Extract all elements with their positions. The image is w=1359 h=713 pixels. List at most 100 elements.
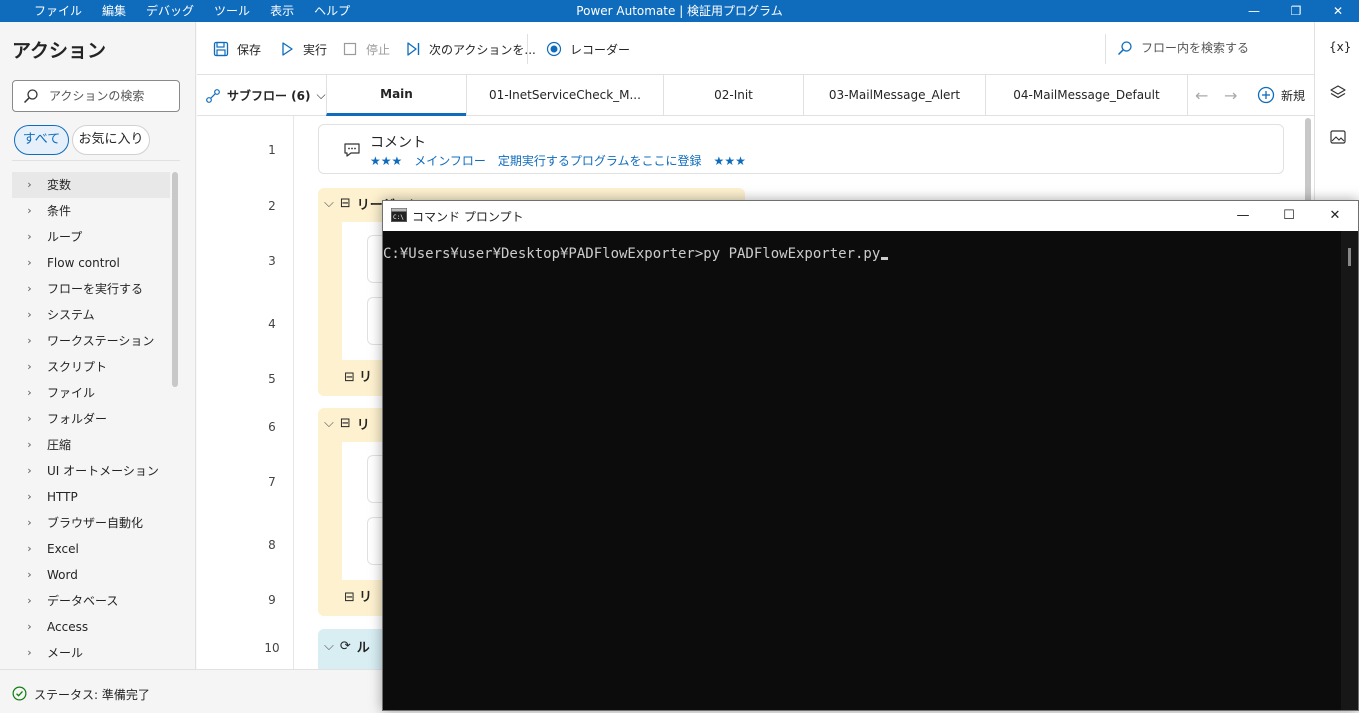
line-number: 6 <box>268 420 276 434</box>
category-access[interactable]: › Access <box>12 614 170 640</box>
minimize-icon[interactable]: — <box>1233 0 1275 22</box>
chevron-right-icon: › <box>27 178 32 191</box>
category-word[interactable]: › Word <box>12 562 170 588</box>
images-icon[interactable] <box>1329 128 1347 146</box>
action-category-list: › 変数 › 条件 › ループ › Flow control › フローを実行する › シス… <box>12 172 170 666</box>
chevron-down-icon[interactable]: ⌵ <box>324 639 334 654</box>
line-number: 9 <box>268 593 276 607</box>
line-number: 2 <box>268 199 276 213</box>
category-file[interactable]: › ファイル <box>12 380 170 406</box>
add-circle-icon <box>1257 86 1275 104</box>
toolbar: 保存 実行 停止 次のアクションを... レコーダー フロー内を検索する <box>197 22 1314 75</box>
category-label: Excel <box>47 542 79 556</box>
category-loops[interactable]: › ループ <box>12 224 170 250</box>
menu-view[interactable]: 表示 <box>260 0 304 22</box>
arrow-right-icon[interactable]: → <box>1224 86 1237 105</box>
menu-help[interactable]: ヘルプ <box>304 0 360 22</box>
new-subflow-button[interactable]: 新規 <box>1257 86 1305 104</box>
flow-search-box[interactable]: フロー内を検索する <box>1117 39 1249 56</box>
category-system[interactable]: › システム <box>12 302 170 328</box>
search-icon <box>23 89 38 104</box>
actions-scrollbar[interactable] <box>172 172 178 387</box>
subflows-dropdown[interactable]: サブフロー (6) ⌵ <box>205 87 326 104</box>
tab-main[interactable]: Main <box>326 75 466 116</box>
layers-icon[interactable] <box>1329 84 1347 102</box>
tab-mail-message-default[interactable]: 04-MailMessage_Default <box>985 75 1188 116</box>
stop-button[interactable]: 停止 <box>342 39 390 59</box>
line-number: 3 <box>268 254 276 268</box>
chevron-down-icon[interactable]: ⌵ <box>324 416 334 431</box>
chevron-right-icon: › <box>27 568 32 581</box>
action-search-input[interactable] <box>49 86 174 106</box>
region-end[interactable]: ⊟ リ <box>344 366 372 385</box>
menu-edit[interactable]: 編集 <box>92 0 136 22</box>
stop-icon <box>343 42 357 56</box>
chevron-right-icon: › <box>27 230 32 243</box>
next-action-button[interactable]: 次のアクションを... <box>405 39 536 59</box>
maximize-icon[interactable]: ☐ <box>1266 201 1312 231</box>
cmd-window-controls: — ☐ ✕ <box>1220 201 1358 231</box>
category-flow-control[interactable]: › Flow control <box>12 250 170 276</box>
region-end[interactable]: ⊟ リ <box>344 586 372 605</box>
chevron-right-icon: › <box>27 646 32 659</box>
svg-text:C:\: C:\ <box>393 214 404 221</box>
category-run-flow[interactable]: › フローを実行する <box>12 276 170 302</box>
menu-tools[interactable]: ツール <box>204 0 260 22</box>
category-label: ファイル <box>47 386 96 400</box>
close-icon[interactable]: ✕ <box>1317 0 1359 22</box>
recorder-label: レコーダー <box>570 42 631 57</box>
chevron-right-icon: › <box>27 438 32 451</box>
minimize-icon[interactable]: — <box>1220 201 1266 231</box>
menu-debug[interactable]: デバッグ <box>136 0 204 22</box>
chevron-down-icon[interactable]: ⌵ <box>324 196 334 211</box>
restore-icon[interactable]: ❐ <box>1275 0 1317 22</box>
menu-file[interactable]: ファイル <box>24 0 92 22</box>
arrow-left-icon[interactable]: ← <box>1195 86 1208 105</box>
category-workstation[interactable]: › ワークステーション <box>12 328 170 354</box>
action-search-box[interactable] <box>12 80 180 112</box>
status-text: ステータス: 準備完了 <box>34 688 150 702</box>
category-email[interactable]: › メール <box>12 640 170 666</box>
category-ui-automation[interactable]: › UI オートメーション <box>12 458 170 484</box>
menu-bar: ファイル 編集 デバッグ ツール 表示 ヘルプ <box>24 0 360 22</box>
chevron-right-icon: › <box>27 464 32 477</box>
category-label: HTTP <box>47 490 78 504</box>
chevron-right-icon: › <box>27 204 32 217</box>
tab-inet-service-check[interactable]: 01-InetServiceCheck_M... <box>466 75 663 116</box>
category-excel[interactable]: › Excel <box>12 536 170 562</box>
cmd-scrollbar[interactable] <box>1341 231 1358 710</box>
variables-icon[interactable]: {x} <box>1329 40 1351 58</box>
filter-favorites-button[interactable]: お気に入り <box>72 125 150 155</box>
category-conditionals[interactable]: › 条件 <box>12 198 170 224</box>
cmd-console[interactable]: C:¥Users¥user¥Desktop¥PADFlowExporter>py… <box>383 231 1341 710</box>
category-scripting[interactable]: › スクリプト <box>12 354 170 380</box>
stop-label: 停止 <box>366 42 391 57</box>
close-icon[interactable]: ✕ <box>1312 201 1358 231</box>
tab-mail-message-alert[interactable]: 03-MailMessage_Alert <box>803 75 985 116</box>
category-label: ブラウザー自動化 <box>47 516 144 530</box>
category-http[interactable]: › HTTP <box>12 484 170 510</box>
category-variables[interactable]: › 変数 <box>12 172 170 198</box>
chevron-down-icon: ⌵ <box>316 88 326 102</box>
save-button[interactable]: 保存 <box>213 39 261 59</box>
comment-action[interactable]: コメント ★★★ メインフロー 定期実行するプログラムをここに登録 ★★★ <box>318 124 1284 174</box>
save-icon <box>213 41 229 57</box>
divider <box>1105 34 1106 64</box>
loop-header[interactable]: ⌵ ⟳ ル <box>324 637 370 656</box>
category-label: Word <box>47 568 78 582</box>
category-compression[interactable]: › 圧縮 <box>12 432 170 458</box>
category-folder[interactable]: › フォルダー <box>12 406 170 432</box>
check-circle-icon <box>12 686 27 701</box>
filter-all-button[interactable]: すべて <box>14 125 69 155</box>
chevron-right-icon: › <box>27 282 32 295</box>
command-prompt-window[interactable]: C:\ コマンド プロンプト — ☐ ✕ C:¥Users¥user¥Deskt… <box>382 200 1359 711</box>
category-database[interactable]: › データベース <box>12 588 170 614</box>
run-button[interactable]: 実行 <box>279 39 327 59</box>
category-browser-automation[interactable]: › ブラウザー自動化 <box>12 510 170 536</box>
tab-init[interactable]: 02-Init <box>663 75 803 116</box>
recorder-button[interactable]: レコーダー <box>546 39 630 59</box>
line-number: 8 <box>268 538 276 552</box>
new-subflow-label: 新規 <box>1281 88 1306 103</box>
scrollbar-thumb[interactable] <box>1348 248 1351 266</box>
cmd-title-bar[interactable]: C:\ コマンド プロンプト — ☐ ✕ <box>383 201 1358 231</box>
